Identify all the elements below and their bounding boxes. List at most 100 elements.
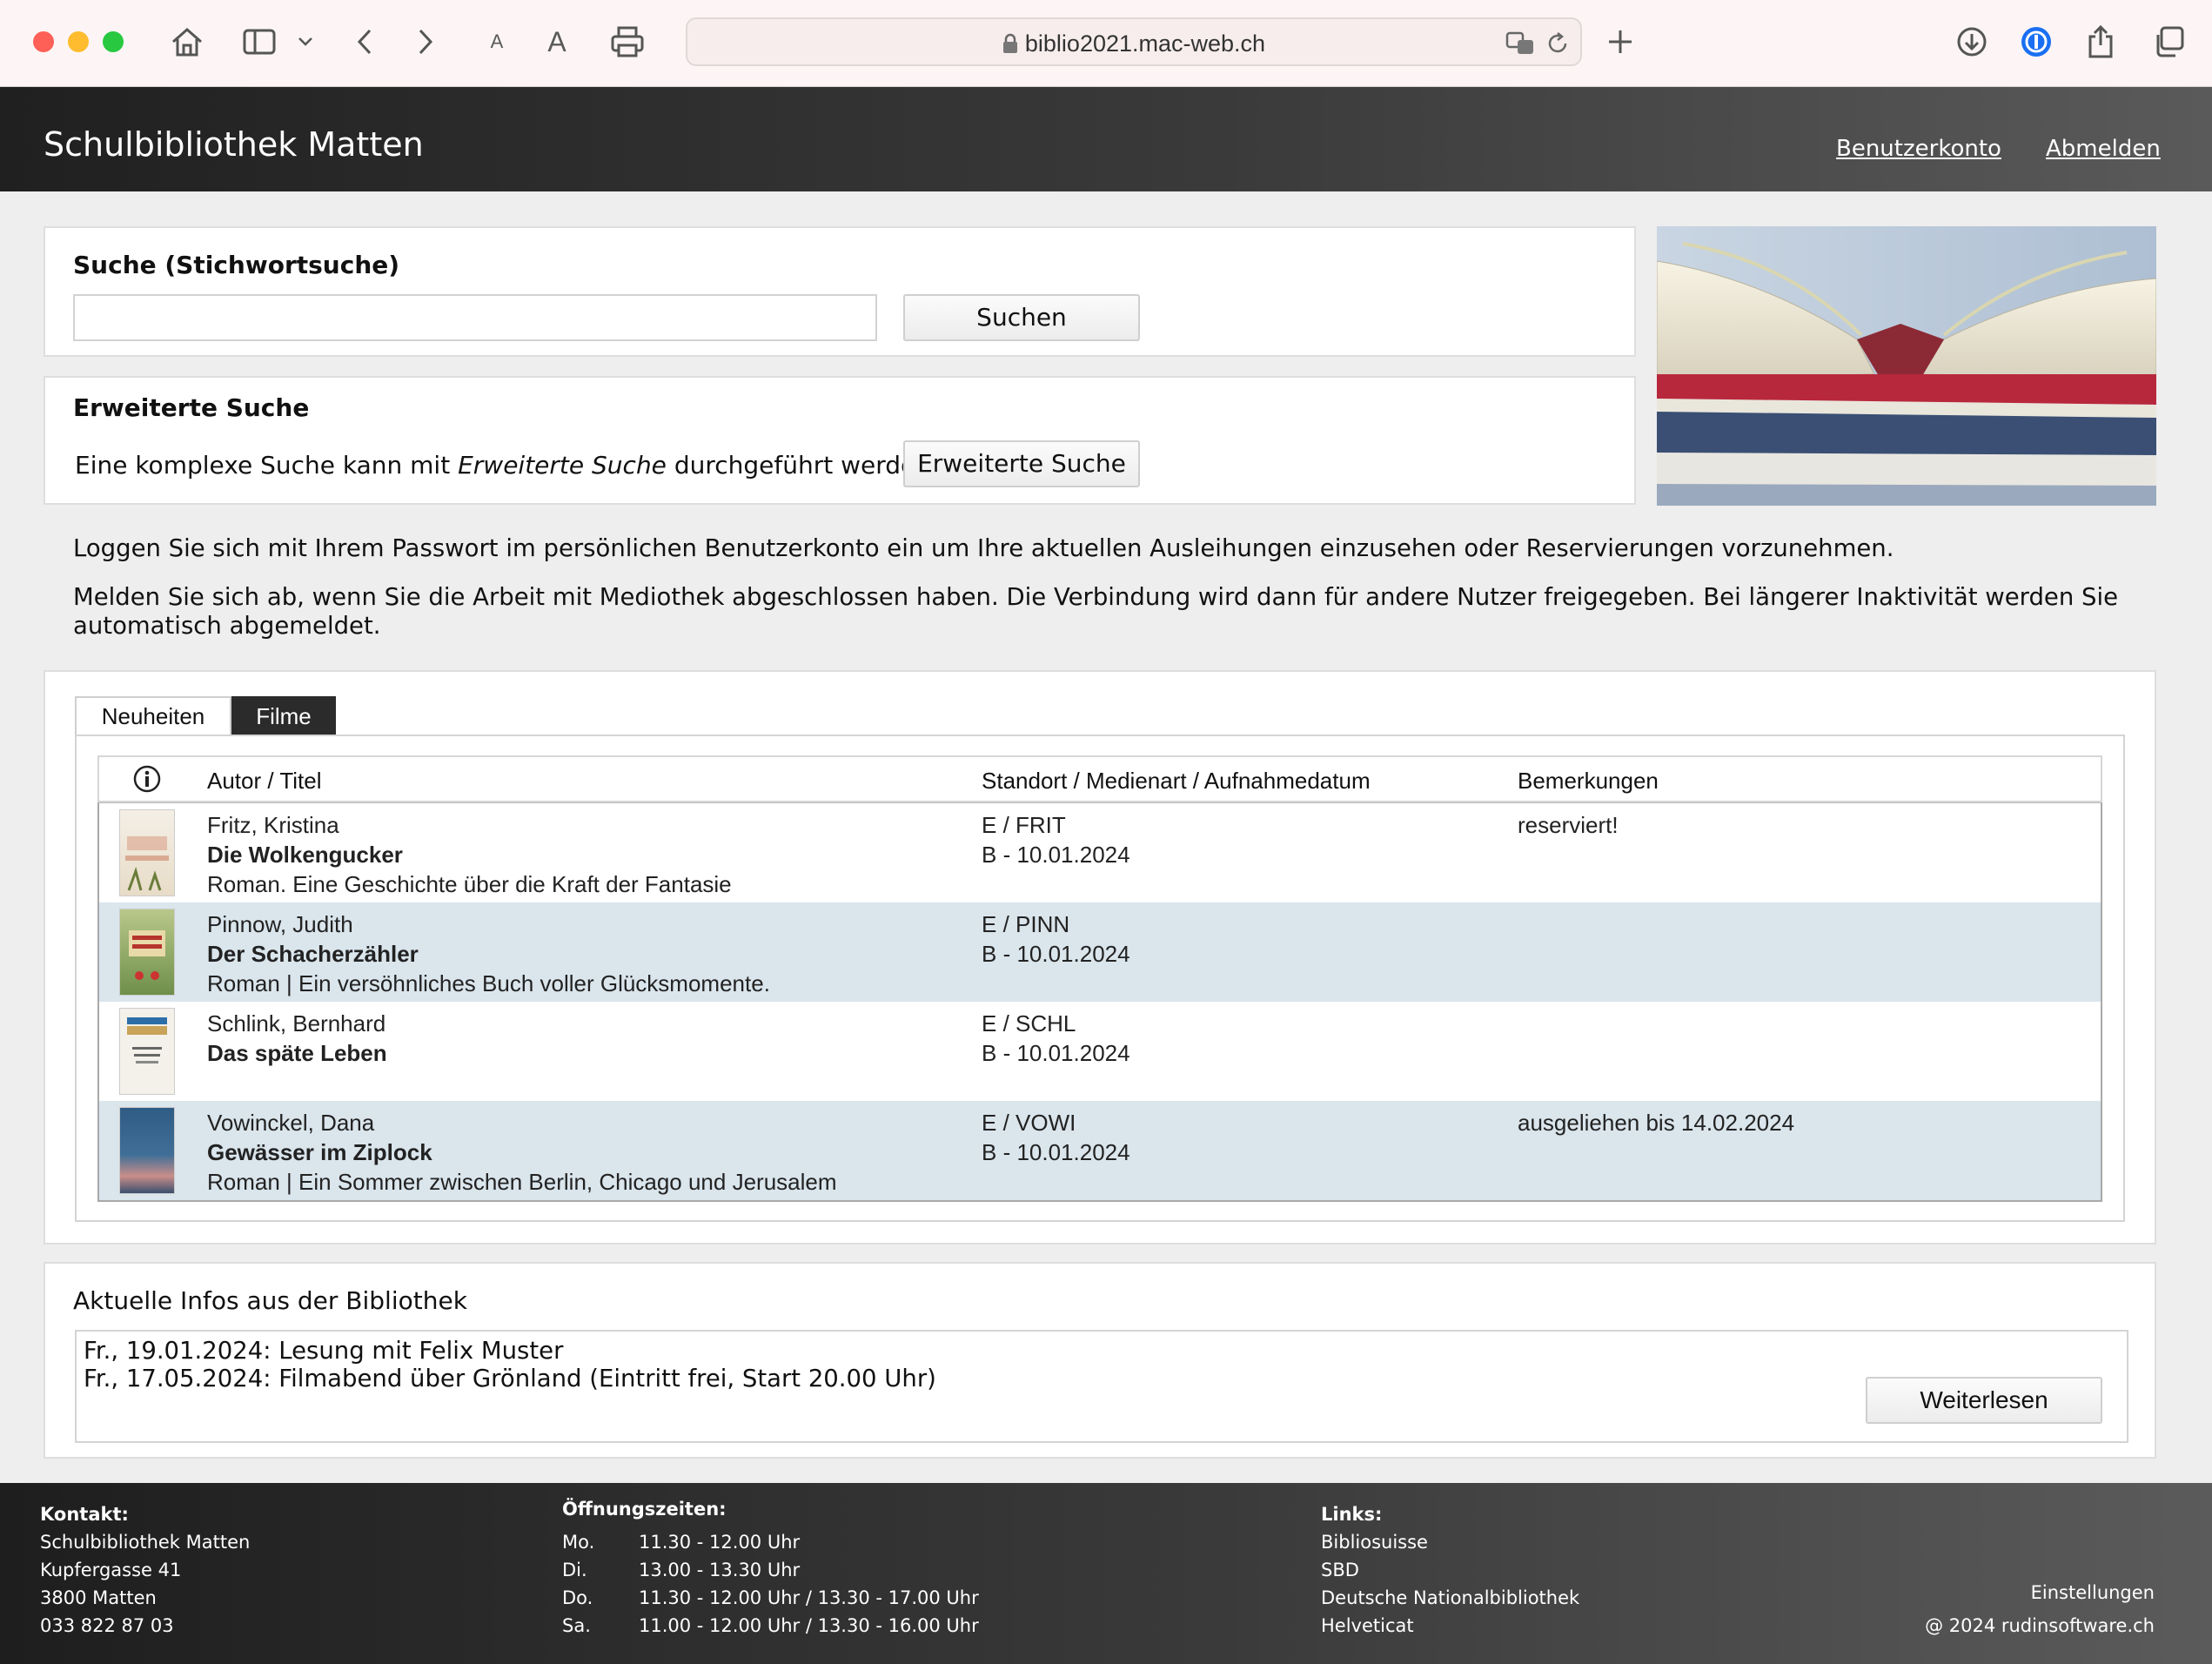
close-window-button[interactable] <box>33 31 54 52</box>
link-helveticat[interactable]: Helveticat <box>1321 1615 1414 1636</box>
search-panel: Suche (Stichwortsuche) Suchen <box>44 226 1636 357</box>
contact-phone: 033 822 87 03 <box>40 1615 174 1636</box>
text-smaller-button[interactable]: A <box>484 19 510 64</box>
lock-icon <box>1002 33 1018 60</box>
table-body: Fritz, Kristina Die Wolkengucker Roman. … <box>97 802 2102 1202</box>
advanced-search-title: Erweiterte Suche <box>73 393 310 422</box>
sidebar-icon[interactable] <box>240 19 278 64</box>
maximize-window-button[interactable] <box>103 31 124 52</box>
settings-link[interactable]: Einstellungen <box>2031 1582 2155 1603</box>
item-date: B - 10.01.2024 <box>982 1040 1130 1066</box>
tab-filme[interactable]: Filme <box>231 696 336 735</box>
url-text: biblio2021.mac-web.ch <box>1024 30 1266 57</box>
address-bar[interactable]: biblio2021.mac-web.ch <box>686 17 1582 66</box>
item-location: E / FRIT <box>982 812 1066 838</box>
link-sbd[interactable]: SBD <box>1321 1560 1359 1580</box>
forward-icon[interactable] <box>411 19 440 64</box>
hours-day: Do. <box>562 1587 593 1608</box>
site-footer: Kontakt: Schulbibliothek Matten Kupferga… <box>0 1483 2212 1664</box>
item-title[interactable]: Gewässer im Ziplock <box>207 1137 837 1167</box>
books-image <box>1657 226 2156 506</box>
header-location[interactable]: Standort / Medienart / Aufnahmedatum <box>982 768 1371 795</box>
table-header: Autor / Titel Standort / Medienart / Auf… <box>97 755 2102 802</box>
news-box: Fr., 19.01.2024: Lesung mit Felix Muster… <box>75 1330 2128 1443</box>
table-row[interactable]: Fritz, Kristina Die Wolkengucker Roman. … <box>99 803 2101 902</box>
item-title[interactable]: Das späte Leben <box>207 1038 387 1068</box>
link-bibliosuisse[interactable]: Bibliosuisse <box>1321 1532 1428 1553</box>
item-date: B - 10.01.2024 <box>982 842 1130 868</box>
item-date: B - 10.01.2024 <box>982 1139 1130 1165</box>
logout-info-text-line1: Melden Sie sich ab, wenn Sie die Arbeit … <box>73 583 2119 611</box>
site-title: Schulbibliothek Matten <box>44 125 424 164</box>
tab-neuheiten[interactable]: Neuheiten <box>75 696 231 735</box>
translate-icon[interactable] <box>1504 21 1538 66</box>
news-item: Fr., 17.05.2024: Filmabend über Grönland… <box>84 1365 936 1392</box>
cover-image <box>120 909 174 995</box>
media-tabs-panel: Neuheiten Filme Autor / Titel Standort /… <box>44 670 2156 1245</box>
item-remark: ausgeliehen bis 14.02.2024 <box>1518 1110 1795 1136</box>
item-description: Roman | Ein versöhnliches Buch voller Gl… <box>207 970 770 996</box>
hours-time: 11.30 - 12.00 Uhr <box>639 1532 801 1553</box>
links-label: Links: <box>1321 1504 1383 1525</box>
item-remark: reserviert! <box>1518 812 1619 838</box>
reload-icon[interactable] <box>1544 21 1572 66</box>
read-more-button[interactable]: Weiterlesen <box>1866 1377 2102 1424</box>
copyright: @ 2024 rudinsoftware.ch <box>1925 1615 2155 1636</box>
advanced-search-text: Eine komplexe Suche kann mit Erweiterte … <box>75 451 939 480</box>
login-info-text: Loggen Sie sich mit Ihrem Passwort im pe… <box>73 534 1894 562</box>
account-link[interactable]: Benutzerkonto <box>1836 136 2001 162</box>
hours-time: 11.30 - 12.00 Uhr / 13.30 - 17.00 Uhr <box>639 1587 979 1608</box>
header-author-title[interactable]: Autor / Titel <box>207 768 322 795</box>
item-title[interactable]: Der Schacherzähler <box>207 939 770 969</box>
download-icon[interactable] <box>1954 19 1989 64</box>
table-row[interactable]: Vowinckel, Dana Gewässer im Ziplock Roma… <box>99 1101 2101 1200</box>
logout-link[interactable]: Abmelden <box>2046 136 2161 162</box>
item-location: E / PINN <box>982 911 1070 937</box>
info-icon[interactable] <box>132 764 162 800</box>
print-icon[interactable] <box>606 19 649 64</box>
news-title: Aktuelle Infos aus der Bibliothek <box>73 1286 467 1315</box>
item-location: E / SCHL <box>982 1010 1076 1037</box>
table-row[interactable]: Pinnow, Judith Der Schacherzähler Roman … <box>99 902 2101 1002</box>
news-panel: Aktuelle Infos aus der Bibliothek Fr., 1… <box>44 1262 2156 1459</box>
link-deutsche-nationalbibliothek[interactable]: Deutsche Nationalbibliothek <box>1321 1587 1579 1608</box>
media-table: Autor / Titel Standort / Medienart / Auf… <box>97 755 2102 1202</box>
home-icon[interactable] <box>165 19 209 64</box>
item-description: Roman | Ein Sommer zwischen Berlin, Chic… <box>207 1169 837 1195</box>
item-author: Vowinckel, Dana <box>207 1110 375 1136</box>
cover-image <box>120 810 174 896</box>
item-author: Pinnow, Judith <box>207 911 353 937</box>
contact-label: Kontakt: <box>40 1504 129 1525</box>
new-tab-icon[interactable] <box>1603 19 1638 64</box>
minimize-window-button[interactable] <box>68 31 89 52</box>
password-manager-icon[interactable] <box>2019 19 2054 64</box>
hours-day: Di. <box>562 1560 587 1580</box>
advanced-search-panel: Erweiterte Suche Eine komplexe Suche kan… <box>44 376 1636 505</box>
tab-content: Autor / Titel Standort / Medienart / Auf… <box>75 735 2125 1222</box>
chevron-down-icon[interactable] <box>292 19 318 64</box>
item-date: B - 10.01.2024 <box>982 941 1130 967</box>
news-item: Fr., 19.01.2024: Lesung mit Felix Muster <box>84 1337 564 1365</box>
table-row[interactable]: Schlink, Bernhard Das späte Leben E / SC… <box>99 1002 2101 1101</box>
cover-image <box>120 1108 174 1193</box>
hours-label: Öffnungszeiten: <box>562 1499 727 1520</box>
header-remarks[interactable]: Bemerkungen <box>1518 768 1659 795</box>
search-input[interactable] <box>73 294 877 341</box>
contact-city: 3800 Matten <box>40 1587 157 1608</box>
hours-day: Mo. <box>562 1532 595 1553</box>
item-author: Schlink, Bernhard <box>207 1010 386 1037</box>
hours-time: 11.00 - 12.00 Uhr / 13.30 - 16.00 Uhr <box>639 1615 979 1636</box>
item-title[interactable]: Die Wolkengucker <box>207 840 732 869</box>
site-header: Schulbibliothek Matten Benutzerkonto Abm… <box>0 87 2212 191</box>
browser-toolbar: A A biblio2021.mac-web.ch <box>0 0 2212 87</box>
contact-name: Schulbibliothek Matten <box>40 1532 251 1553</box>
text-larger-button[interactable]: A <box>540 19 574 64</box>
advanced-search-button[interactable]: Erweiterte Suche <box>903 440 1140 487</box>
cover-image <box>120 1009 174 1094</box>
tabs-overview-icon[interactable] <box>2149 19 2188 64</box>
item-location: E / VOWI <box>982 1110 1076 1136</box>
back-icon[interactable] <box>350 19 379 64</box>
logout-info-text-line2: automatisch abgemeldet. <box>73 612 381 640</box>
share-icon[interactable] <box>2083 19 2118 64</box>
search-button[interactable]: Suchen <box>903 294 1140 341</box>
